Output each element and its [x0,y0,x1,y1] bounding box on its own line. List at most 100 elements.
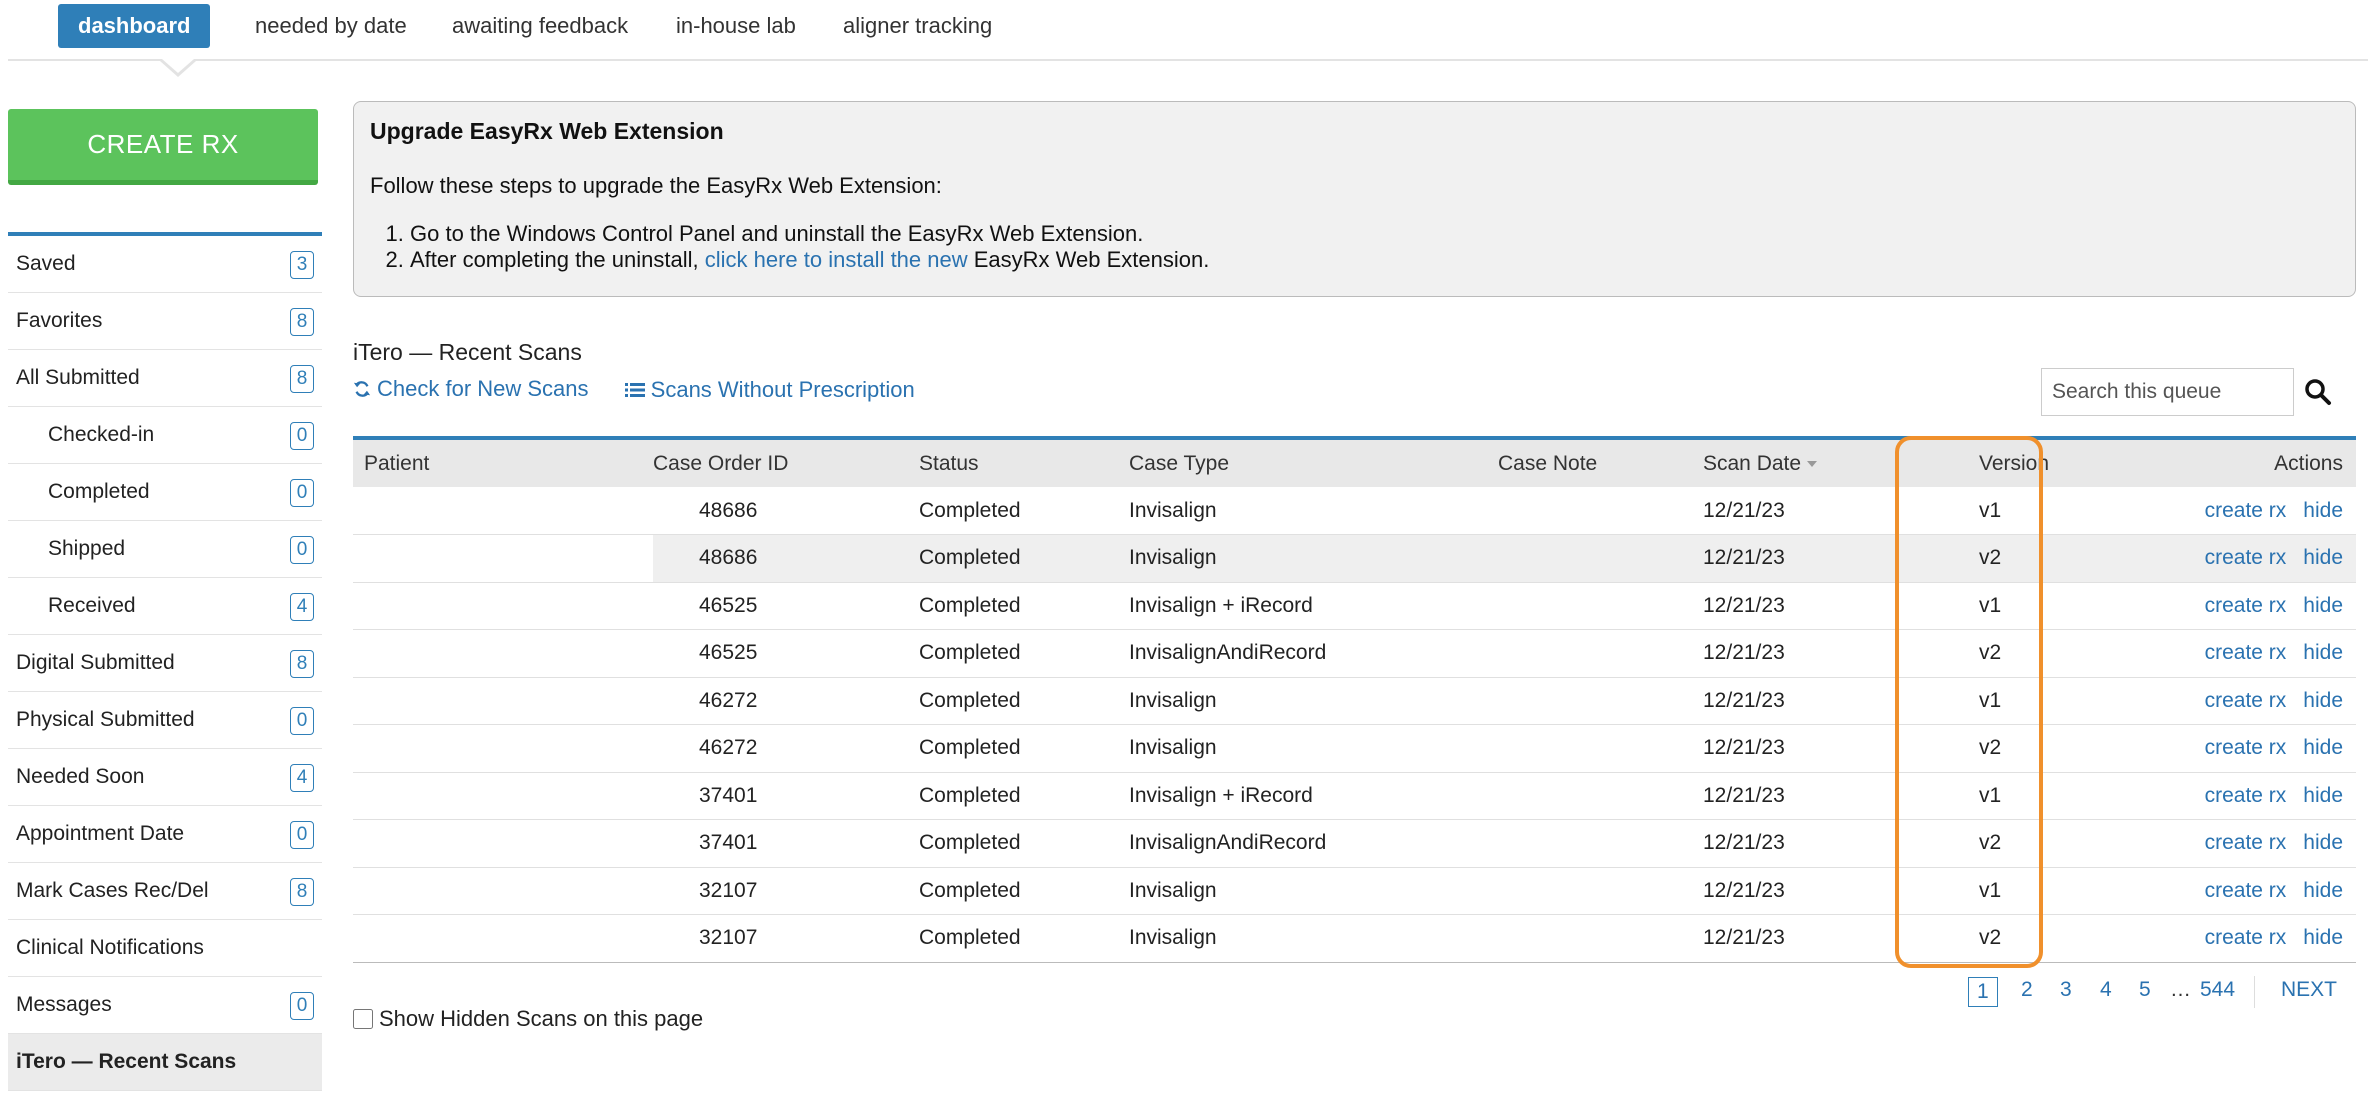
hide-link[interactable]: hide [2303,499,2343,522]
cell-version: v2 [1937,914,2106,963]
col-case-type[interactable]: Case Type [1129,438,1498,487]
cell-case-note [1498,582,1703,630]
hide-link[interactable]: hide [2303,546,2343,569]
cell-version: v2 [1937,629,2106,678]
pager-divider [2254,976,2255,1008]
sidebar-item-favorites[interactable]: Favorites 8 [8,293,322,350]
cell-case-type: Invisalign [1129,914,1498,963]
cell-patient [353,772,653,820]
sidebar-item-appointment-date[interactable]: Appointment Date 0 [8,806,322,863]
create-rx-link[interactable]: create rx [2205,546,2287,569]
cell-case-type: Invisalign [1129,487,1498,535]
col-case-order-id[interactable]: Case Order ID [653,438,919,487]
list-icon [624,383,645,397]
page-3[interactable]: 3 [2060,978,2072,1002]
sidebar-item-mark-cases[interactable]: Mark Cases Rec/Del 8 [8,863,322,920]
show-hidden-toggle[interactable]: Show Hidden Scans on this page [353,1006,703,1032]
cell-case-type: Invisalign [1129,724,1498,773]
create-rx-link[interactable]: create rx [2205,594,2287,617]
next-page-button[interactable]: NEXT [2281,978,2337,1002]
notice-step-text: After completing the uninstall, [410,247,705,272]
sidebar-item-label: Saved [16,252,76,275]
sidebar-item-clinical-notifications[interactable]: Clinical Notifications [8,920,322,977]
cell-version: v2 [1937,819,2106,868]
sidebar-item-label: iTero — Recent Scans [16,1050,237,1073]
page-2[interactable]: 2 [2021,978,2033,1002]
count-badge: 0 [290,707,314,735]
cell-scan-date: 12/21/23 [1703,534,1937,583]
page-5[interactable]: 5 [2139,978,2151,1002]
cell-patient [353,487,653,535]
hide-link[interactable]: hide [2303,736,2343,759]
cell-status: Completed [919,914,1129,963]
show-hidden-checkbox[interactable] [353,1009,373,1029]
sidebar-item-digital-submitted[interactable]: Digital Submitted 8 [8,635,322,692]
page-1[interactable]: 1 [1968,977,1998,1007]
create-rx-button[interactable]: CREATE RX [8,109,318,185]
upgrade-notice: Upgrade EasyRx Web Extension Follow thes… [353,101,2356,297]
create-rx-link[interactable]: create rx [2205,641,2287,664]
show-hidden-label: Show Hidden Scans on this page [379,1006,704,1031]
hide-link[interactable]: hide [2303,831,2343,854]
cell-case-type: Invisalign [1129,867,1498,915]
sidebar-item-physical-submitted[interactable]: Physical Submitted 0 [8,692,322,749]
tab-needed-by-date[interactable]: needed by date [255,4,407,48]
cell-actions: create rx hide [2106,677,2356,725]
sidebar-item-needed-soon[interactable]: Needed Soon 4 [8,749,322,806]
refresh-icon [353,381,371,397]
hide-link[interactable]: hide [2303,926,2343,949]
col-case-note[interactable]: Case Note [1498,438,1703,487]
scans-table: Patient Case Order ID Status Case Type C… [353,436,2356,963]
search-icon[interactable] [2304,378,2332,411]
cell-case-note [1498,867,1703,915]
sidebar-item-checked-in[interactable]: Checked-in 0 [8,407,322,464]
hide-link[interactable]: hide [2303,594,2343,617]
col-actions: Actions [2274,451,2343,475]
create-rx-link[interactable]: create rx [2205,784,2287,807]
top-nav: dashboard needed by date awaiting feedba… [8,0,2368,77]
create-rx-link[interactable]: create rx [2205,879,2287,902]
create-rx-link[interactable]: create rx [2205,689,2287,712]
create-rx-link[interactable]: create rx [2205,926,2287,949]
page-last[interactable]: 544 [2200,978,2235,1002]
table-row: 48686 Completed Invisalign 12/21/23 v2 create… [353,534,2356,583]
sidebar-item-received[interactable]: Received 4 [8,578,322,635]
sidebar-item-all-submitted[interactable]: All Submitted 8 [8,350,322,407]
sidebar-item-label: Shipped [48,537,126,560]
hide-link[interactable]: hide [2303,879,2343,902]
col-scan-date[interactable]: Scan Date [1703,438,1937,487]
cell-case-type: Invisalign [1129,534,1498,583]
hide-link[interactable]: hide [2303,641,2343,664]
create-rx-link[interactable]: create rx [2205,831,2287,854]
tab-aligner-tracking[interactable]: aligner tracking [843,4,992,48]
count-badge: 8 [290,878,314,906]
search-input[interactable] [2041,368,2294,416]
sidebar: Saved 3 Favorites 8 All Submitted 8 Chec… [8,232,322,1091]
tab-awaiting-feedback[interactable]: awaiting feedback [452,4,628,48]
create-rx-link[interactable]: create rx [2205,499,2287,522]
col-version[interactable]: Version [1937,438,2106,487]
hide-link[interactable]: hide [2303,689,2343,712]
cell-version: v1 [1937,677,2106,725]
sidebar-item-shipped[interactable]: Shipped 0 [8,521,322,578]
hide-link[interactable]: hide [2303,784,2343,807]
sidebar-item-saved[interactable]: Saved 3 [8,236,322,293]
tab-dashboard[interactable]: dashboard [58,4,211,48]
scans-without-rx-link[interactable]: Scans Without Prescription [624,377,915,403]
count-badge: 0 [290,536,314,564]
tab-in-house-lab[interactable]: in-house lab [676,4,796,48]
sidebar-item-messages[interactable]: Messages 0 [8,977,322,1034]
cell-case-order-id: 48686 [653,534,919,583]
sidebar-item-label: Needed Soon [16,765,145,788]
col-patient[interactable]: Patient [353,438,653,487]
sidebar-item-completed[interactable]: Completed 0 [8,464,322,521]
page-4[interactable]: 4 [2100,978,2112,1002]
create-rx-link[interactable]: create rx [2205,736,2287,759]
check-new-scans-link[interactable]: Check for New Scans [353,376,589,402]
sidebar-item-itero-recent-scans[interactable]: iTero — Recent Scans [8,1034,322,1091]
cell-scan-date: 12/21/23 [1703,867,1937,915]
cell-actions: create rx hide [2106,534,2356,583]
cell-actions: create rx hide [2106,724,2356,773]
col-status[interactable]: Status [919,438,1129,487]
install-extension-link[interactable]: click here to install the new [705,247,968,272]
